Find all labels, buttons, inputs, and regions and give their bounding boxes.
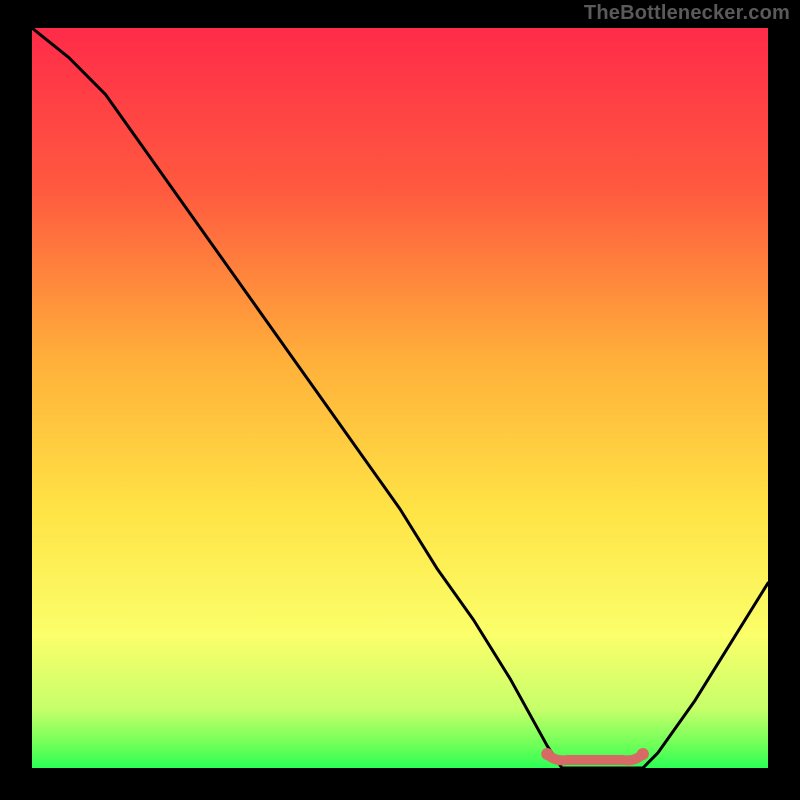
gradient-background (32, 28, 768, 768)
chart-frame: TheBottlenecker.com (0, 0, 800, 800)
optimal-range-dot (637, 748, 649, 760)
bottleneck-plot (32, 28, 768, 768)
watermark-text: TheBottlenecker.com (584, 2, 790, 25)
optimal-range-dot (541, 748, 553, 760)
